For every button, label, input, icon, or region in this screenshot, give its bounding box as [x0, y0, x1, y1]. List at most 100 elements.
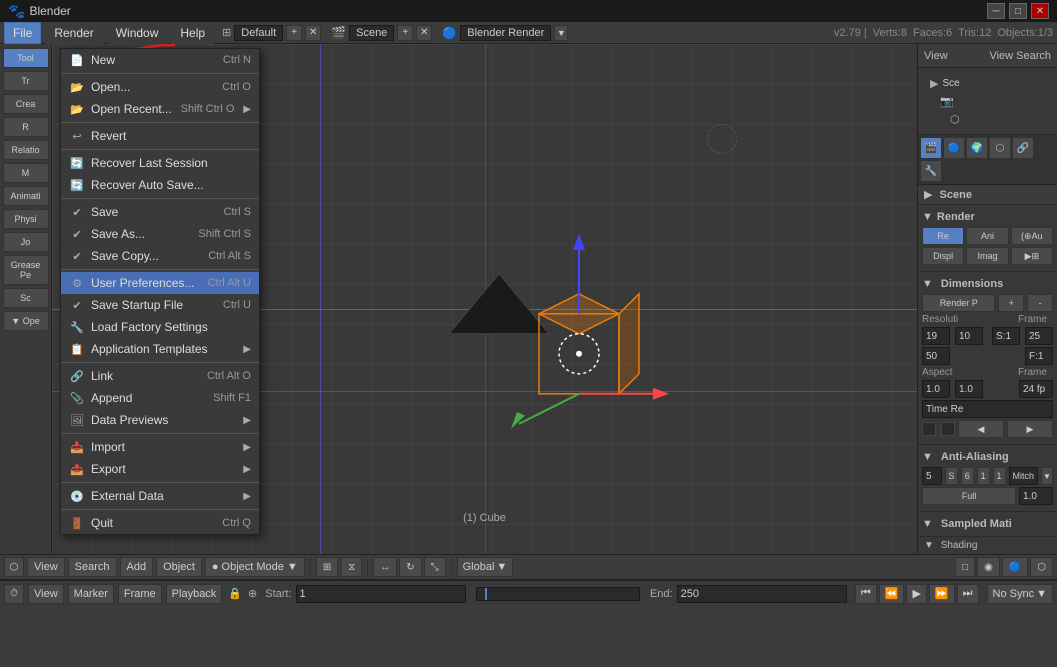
- menu-item-load-factory[interactable]: 🔧 Load Factory Settings: [61, 316, 259, 338]
- close-button[interactable]: ✕: [1031, 3, 1049, 19]
- vp-scale-btn[interactable]: ⤡: [424, 557, 446, 577]
- sidebar-tab-m[interactable]: M: [3, 163, 49, 183]
- sidebar-tab-tr[interactable]: Tr: [3, 71, 49, 91]
- render-preset-remove[interactable]: -: [1027, 294, 1053, 312]
- prop-tab-modifier[interactable]: 🔧: [920, 160, 942, 182]
- aspect-y-field[interactable]: 1.0: [955, 380, 983, 398]
- sidebar-tab-r[interactable]: R: [3, 117, 49, 137]
- sidebar-tab-crea[interactable]: Crea: [3, 94, 49, 114]
- sync-prev-btn[interactable]: ◀: [958, 420, 1004, 438]
- sidebar-tab-tool[interactable]: Tool: [3, 48, 49, 68]
- vp-search-btn[interactable]: Search: [68, 557, 117, 577]
- timeline-view-btn[interactable]: View: [28, 584, 64, 604]
- sync-checkbox-2[interactable]: [941, 422, 955, 436]
- play-next-btn[interactable]: ⏩: [929, 584, 955, 604]
- sidebar-tab-sc[interactable]: Sc: [3, 288, 49, 308]
- prop-tab-object[interactable]: ⬡: [989, 137, 1011, 159]
- prop-tab-world[interactable]: 🌍: [966, 137, 988, 159]
- layout-remove-btn[interactable]: ✕: [305, 25, 321, 41]
- menu-help[interactable]: Help: [171, 22, 214, 44]
- prop-tab-scene[interactable]: 🔵: [943, 137, 965, 159]
- aa-s-btn[interactable]: S: [945, 467, 958, 485]
- aa-1a-btn[interactable]: 1: [977, 467, 990, 485]
- play-end-btn[interactable]: ⏭: [957, 584, 979, 604]
- prop-tab-constraints[interactable]: 🔗: [1012, 137, 1034, 159]
- menu-file[interactable]: File: [4, 22, 41, 44]
- scene-tree-item-1[interactable]: 📷: [926, 92, 1049, 110]
- menu-item-save[interactable]: ✔ Save Ctrl S: [61, 201, 259, 223]
- aa-filter-field[interactable]: Mitch: [1009, 467, 1039, 485]
- scene-add-btn[interactable]: +: [397, 25, 413, 41]
- frame-step-field[interactable]: F:1: [1025, 347, 1053, 365]
- menu-render[interactable]: Render: [45, 22, 102, 44]
- menu-item-external-data[interactable]: 💿 External Data ▶: [61, 485, 259, 507]
- frame-start-field[interactable]: S:1: [992, 327, 1020, 345]
- aa-6-btn[interactable]: 6: [961, 467, 974, 485]
- sidebar-tab-animati[interactable]: Animati: [3, 186, 49, 206]
- vp-snap-btn[interactable]: ⊞: [316, 557, 338, 577]
- vp-right-btn4[interactable]: ⬡: [1030, 557, 1053, 577]
- scene-remove-btn[interactable]: ✕: [416, 25, 432, 41]
- render-tab-au[interactable]: (⊕Au: [1011, 227, 1053, 245]
- aa-full-val-field[interactable]: 1.0: [1019, 487, 1053, 505]
- menu-item-data-previews[interactable]: 🖼 Data Previews ▶: [61, 409, 259, 431]
- render-tab-ani[interactable]: Ani: [966, 227, 1008, 245]
- sidebar-tab-physi[interactable]: Physi: [3, 209, 49, 229]
- play-prev-btn[interactable]: ⏪: [879, 584, 905, 604]
- scene-tree-item-0[interactable]: ▶ Sce: [926, 74, 1049, 92]
- layout-add-btn[interactable]: +: [286, 25, 302, 41]
- menu-item-save-startup[interactable]: ✔ Save Startup File Ctrl U: [61, 294, 259, 316]
- timeline-playback-btn[interactable]: Playback: [166, 584, 223, 604]
- timeremap-field[interactable]: Time Re: [922, 400, 1053, 418]
- vp-mode-selector[interactable]: ● Object Mode ▼: [205, 557, 305, 577]
- maximize-button[interactable]: □: [1009, 3, 1027, 19]
- timeline-track[interactable]: [476, 587, 640, 601]
- resolution-x-field[interactable]: 19: [922, 327, 950, 345]
- menu-item-save-as[interactable]: ✔ Save As... Shift Ctrl S: [61, 223, 259, 245]
- timeline-marker-btn[interactable]: Marker: [68, 584, 114, 604]
- vp-object-btn[interactable]: Object: [156, 557, 202, 577]
- aa-samples-field[interactable]: 5: [922, 467, 942, 485]
- vp-add-btn[interactable]: Add: [120, 557, 154, 577]
- menu-item-append[interactable]: 📎 Append Shift F1: [61, 387, 259, 409]
- sidebar-tab-relatio[interactable]: Relatio: [3, 140, 49, 160]
- sync-checkbox-1[interactable]: [922, 422, 936, 436]
- sidebar-tab-ope[interactable]: ▼ Ope: [3, 311, 49, 331]
- renderer-selector[interactable]: Blender Render: [460, 25, 551, 41]
- render-preset-btn[interactable]: Render P: [922, 294, 995, 312]
- frame-end-field[interactable]: 25: [1025, 327, 1053, 345]
- framerate-field[interactable]: 24 fp: [1019, 380, 1053, 398]
- menu-item-link[interactable]: 🔗 Link Ctrl Alt O: [61, 365, 259, 387]
- menu-item-user-prefs[interactable]: ⚙ User Preferences... Ctrl Alt U: [61, 272, 259, 294]
- menu-item-revert[interactable]: ↩ Revert: [61, 125, 259, 147]
- menu-item-app-templates[interactable]: 📋 Application Templates ▶: [61, 338, 259, 360]
- scene-tree-item-2[interactable]: ⬡: [926, 110, 1049, 128]
- vp-right-btn2[interactable]: ◉: [977, 557, 1000, 577]
- scene-selector[interactable]: Scene: [349, 25, 394, 41]
- vp-right-btn3[interactable]: 🔵: [1002, 557, 1028, 577]
- no-sync-selector[interactable]: No Sync ▼: [987, 584, 1053, 604]
- resolution-pct-field[interactable]: 50: [922, 347, 950, 365]
- menu-item-recover-auto[interactable]: 🔄 Recover Auto Save...: [61, 174, 259, 196]
- vp-rotate-btn[interactable]: ↻: [399, 557, 421, 577]
- render-tab-re[interactable]: Re: [922, 227, 964, 245]
- menu-item-new[interactable]: 📄 New Ctrl N: [61, 49, 259, 71]
- render-preset-add[interactable]: +: [998, 294, 1024, 312]
- renderer-dropdown[interactable]: ▼: [554, 25, 568, 41]
- prop-tab-render[interactable]: 🎬: [920, 137, 942, 159]
- menu-item-recover-last[interactable]: 🔄 Recover Last Session: [61, 152, 259, 174]
- timeline-start-field[interactable]: 1: [296, 585, 466, 603]
- vp-global-selector[interactable]: Global ▼: [457, 557, 514, 577]
- menu-item-save-copy[interactable]: ✔ Save Copy... Ctrl Alt S: [61, 245, 259, 267]
- aa-filter-arrow[interactable]: ▼: [1041, 467, 1053, 485]
- sidebar-tab-grease[interactable]: Grease Pe: [3, 255, 49, 285]
- sidebar-tab-jo[interactable]: Jo: [3, 232, 49, 252]
- vp-right-btn1[interactable]: □: [955, 557, 975, 577]
- menu-item-quit[interactable]: 🚪 Quit Ctrl Q: [61, 512, 259, 534]
- view-label[interactable]: View: [924, 50, 948, 62]
- timeline-frame-btn[interactable]: Frame: [118, 584, 162, 604]
- aa-full-btn[interactable]: Full: [922, 487, 1016, 505]
- search-label[interactable]: View Search: [989, 50, 1051, 62]
- timeline-end-field[interactable]: 250: [677, 585, 847, 603]
- play-btn[interactable]: ▶: [906, 584, 926, 604]
